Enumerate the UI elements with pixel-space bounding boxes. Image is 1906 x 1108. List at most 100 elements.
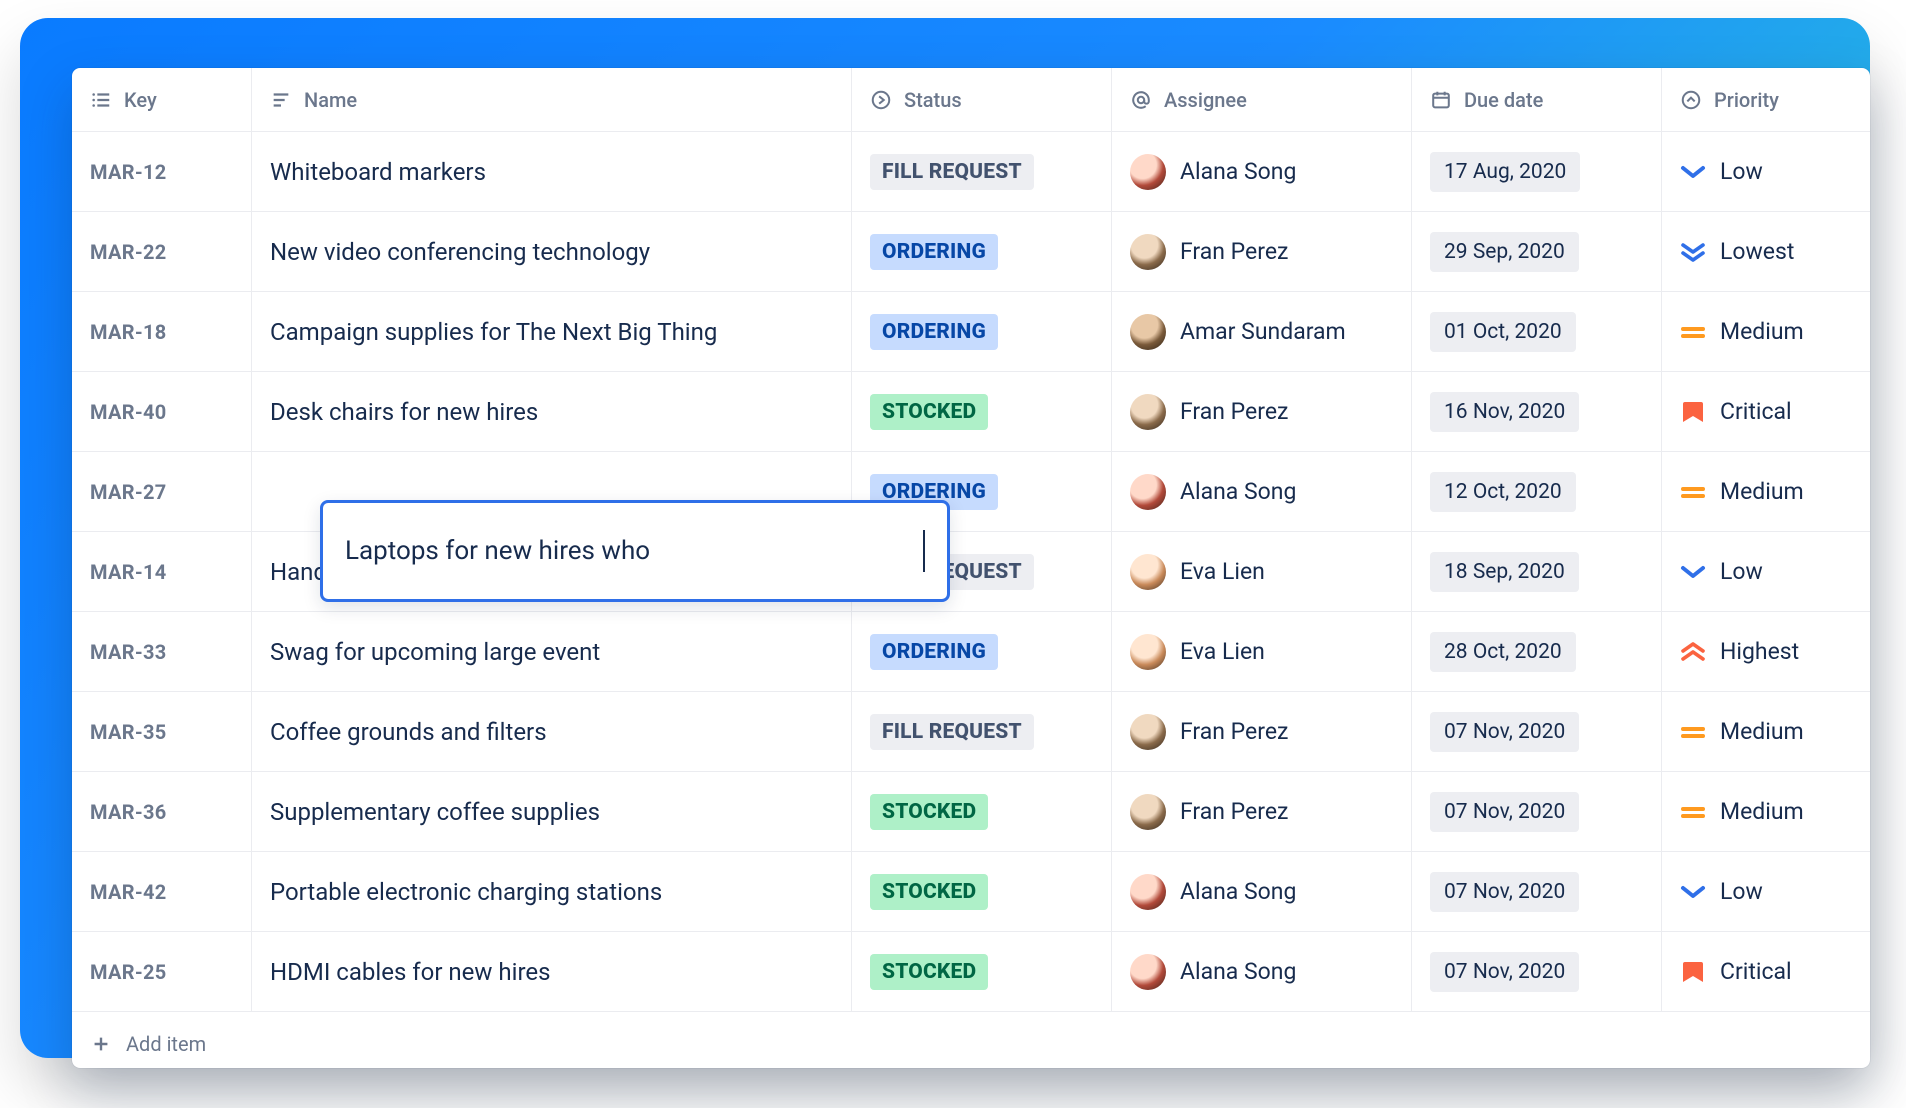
- cell-name[interactable]: New video conferencing technology: [252, 212, 852, 291]
- due-date-badge: 17 Aug, 2020: [1430, 152, 1580, 192]
- cell-key[interactable]: MAR-14: [72, 532, 252, 611]
- cell-priority[interactable]: Low: [1662, 132, 1870, 211]
- cell-name[interactable]: Hand sanitizer for desks and common area: [252, 532, 852, 611]
- table-row[interactable]: MAR-40Desk chairs for new hiresSTOCKEDFr…: [72, 372, 1870, 452]
- table-row[interactable]: MAR-22New video conferencing technologyO…: [72, 212, 1870, 292]
- priority-icon: [1680, 879, 1706, 905]
- avatar: [1130, 234, 1166, 270]
- col-header-due[interactable]: Due date: [1412, 68, 1662, 131]
- status-badge: ORDERING: [870, 634, 998, 670]
- cell-name[interactable]: Supplementary coffee supplies: [252, 772, 852, 851]
- cell-key[interactable]: MAR-27: [72, 452, 252, 531]
- cell-name[interactable]: Desk chairs for new hires: [252, 372, 852, 451]
- cell-priority[interactable]: Medium: [1662, 692, 1870, 771]
- col-header-priority[interactable]: Priority: [1662, 68, 1870, 131]
- table-row[interactable]: MAR-12Whiteboard markersFILL REQUESTAlan…: [72, 132, 1870, 212]
- cell-key[interactable]: MAR-22: [72, 212, 252, 291]
- table-row[interactable]: MAR-35Coffee grounds and filters FILL REQ…: [72, 692, 1870, 772]
- cell-key[interactable]: MAR-40: [72, 372, 252, 451]
- table-row[interactable]: MAR-33Swag for upcoming large event ORDER…: [72, 612, 1870, 692]
- cell-status[interactable]: STOCKED: [852, 372, 1112, 451]
- col-header-assignee[interactable]: Assignee: [1112, 68, 1412, 131]
- issue-key: MAR-25: [90, 960, 167, 984]
- cell-name[interactable]: Portable electronic charging stations: [252, 852, 852, 931]
- cell-name[interactable]: Laptops for new hires who: [252, 452, 852, 531]
- table-row[interactable]: MAR-18Campaign supplies for The Next Big…: [72, 292, 1870, 372]
- cell-assignee[interactable]: Amar Sundaram: [1112, 292, 1412, 371]
- cell-assignee[interactable]: Alana Song: [1112, 132, 1412, 211]
- cell-priority[interactable]: Critical: [1662, 932, 1870, 1011]
- cell-assignee[interactable]: Fran Perez: [1112, 212, 1412, 291]
- cell-status[interactable]: STOCKED: [852, 852, 1112, 931]
- cell-priority[interactable]: Medium: [1662, 292, 1870, 371]
- cell-name[interactable]: Campaign supplies for The Next Big Thing: [252, 292, 852, 371]
- cell-name[interactable]: Swag for upcoming large event: [252, 612, 852, 691]
- cell-due-date[interactable]: 17 Aug, 2020: [1412, 132, 1662, 211]
- avatar: [1130, 714, 1166, 750]
- cell-name[interactable]: Whiteboard markers: [252, 132, 852, 211]
- col-header-key[interactable]: Key: [72, 68, 252, 131]
- cell-due-date[interactable]: 07 Nov, 2020: [1412, 772, 1662, 851]
- cell-priority[interactable]: Highest: [1662, 612, 1870, 691]
- cell-assignee[interactable]: Alana Song: [1112, 452, 1412, 531]
- cell-priority[interactable]: Critical: [1662, 372, 1870, 451]
- issue-key: MAR-14: [90, 560, 167, 584]
- cell-status[interactable]: ORDERING: [852, 612, 1112, 691]
- cell-due-date[interactable]: 18 Sep, 2020: [1412, 532, 1662, 611]
- add-item-button[interactable]: Add item: [72, 1012, 1870, 1068]
- add-item-label: Add item: [126, 1032, 206, 1056]
- avatar: [1130, 394, 1166, 430]
- cell-due-date[interactable]: 07 Nov, 2020: [1412, 932, 1662, 1011]
- cell-assignee[interactable]: Eva Lien: [1112, 532, 1412, 611]
- cell-due-date[interactable]: 29 Sep, 2020: [1412, 212, 1662, 291]
- status-badge: FILL REQUEST: [870, 714, 1034, 750]
- table-row[interactable]: MAR-14 Hand sanitizer for desks and commo…: [72, 532, 1870, 612]
- cell-priority[interactable]: Low: [1662, 532, 1870, 611]
- cell-priority[interactable]: Lowest: [1662, 212, 1870, 291]
- cell-key[interactable]: MAR-25: [72, 932, 252, 1011]
- cell-due-date[interactable]: 16 Nov, 2020: [1412, 372, 1662, 451]
- col-header-name[interactable]: Name: [252, 68, 852, 131]
- cell-name[interactable]: HDMI cables for new hires: [252, 932, 852, 1011]
- col-header-status[interactable]: Status: [852, 68, 1112, 131]
- table-row[interactable]: MAR-25 HDMI cables for new hiresSTOCKEDAl…: [72, 932, 1870, 1012]
- cell-key[interactable]: MAR-35: [72, 692, 252, 771]
- cell-status[interactable]: FILL REQUEST: [852, 692, 1112, 771]
- table-row[interactable]: MAR-36Supplementary coffee suppliesSTOCK…: [72, 772, 1870, 852]
- cell-due-date[interactable]: 07 Nov, 2020: [1412, 852, 1662, 931]
- issue-name: Portable electronic charging stations: [270, 878, 662, 906]
- assignee-name: Eva Lien: [1180, 558, 1265, 585]
- table-row[interactable]: MAR-42 Portable electronic charging stati…: [72, 852, 1870, 932]
- due-date-badge: 12 Oct, 2020: [1430, 472, 1576, 512]
- cell-status[interactable]: STOCKED: [852, 932, 1112, 1011]
- cell-due-date[interactable]: 07 Nov, 2020: [1412, 692, 1662, 771]
- cell-name[interactable]: Coffee grounds and filters: [252, 692, 852, 771]
- assignee-name: Fran Perez: [1180, 238, 1288, 265]
- cell-status[interactable]: FILL REQUEST: [852, 132, 1112, 211]
- table-row[interactable]: MAR-27Laptops for new hires whoORDERINGA…: [72, 452, 1870, 532]
- cell-priority[interactable]: Medium: [1662, 772, 1870, 851]
- cell-key[interactable]: MAR-36: [72, 772, 252, 851]
- cell-priority[interactable]: Medium: [1662, 452, 1870, 531]
- cell-key[interactable]: MAR-42: [72, 852, 252, 931]
- cell-status[interactable]: FILL REQUEST: [852, 532, 1112, 611]
- cell-key[interactable]: MAR-12: [72, 132, 252, 211]
- cell-assignee[interactable]: Eva Lien: [1112, 612, 1412, 691]
- due-date-badge: 07 Nov, 2020: [1430, 872, 1579, 912]
- cell-assignee[interactable]: Alana Song: [1112, 852, 1412, 931]
- cell-status[interactable]: STOCKED: [852, 772, 1112, 851]
- cell-assignee[interactable]: Fran Perez: [1112, 372, 1412, 451]
- cell-status[interactable]: ORDERING: [852, 212, 1112, 291]
- cell-priority[interactable]: Low: [1662, 852, 1870, 931]
- cell-assignee[interactable]: Alana Song: [1112, 932, 1412, 1011]
- cell-due-date[interactable]: 28 Oct, 2020: [1412, 612, 1662, 691]
- cell-key[interactable]: MAR-18: [72, 292, 252, 371]
- due-date-badge: 07 Nov, 2020: [1430, 792, 1579, 832]
- cell-status[interactable]: ORDERING: [852, 452, 1112, 531]
- cell-assignee[interactable]: Fran Perez: [1112, 692, 1412, 771]
- cell-key[interactable]: MAR-33: [72, 612, 252, 691]
- cell-due-date[interactable]: 12 Oct, 2020: [1412, 452, 1662, 531]
- cell-due-date[interactable]: 01 Oct, 2020: [1412, 292, 1662, 371]
- cell-assignee[interactable]: Fran Perez: [1112, 772, 1412, 851]
- cell-status[interactable]: ORDERING: [852, 292, 1112, 371]
